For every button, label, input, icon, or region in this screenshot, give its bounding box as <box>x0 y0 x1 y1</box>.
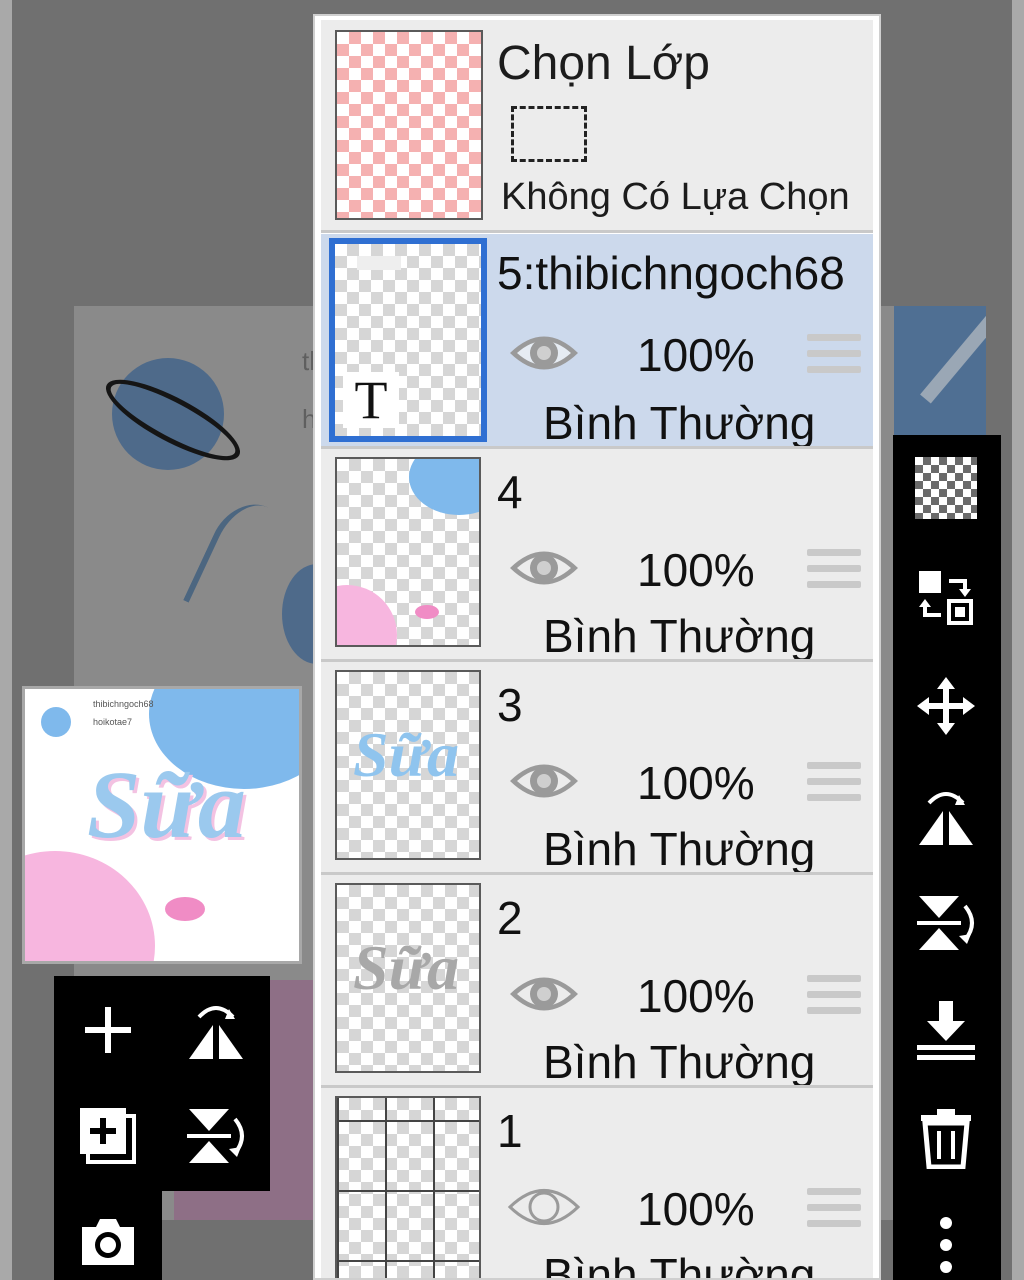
layer-name: 1 <box>497 1105 523 1157</box>
transparent-layer-icon[interactable] <box>913 455 979 521</box>
blend-mode[interactable]: Bình Thường <box>543 822 815 876</box>
layer-name: 5:thibichngoch68 <box>497 247 845 299</box>
drag-handle-icon[interactable] <box>807 549 861 597</box>
layer-opacity[interactable]: 100% <box>637 969 755 1023</box>
merge-down-icon[interactable] <box>913 997 979 1063</box>
layer-opacity[interactable]: 100% <box>637 1182 755 1236</box>
preview-caption-1: thibichngoch68 <box>93 699 154 709</box>
blend-mode[interactable]: Bình Thường <box>543 1035 815 1089</box>
add-copy-icon[interactable] <box>76 1104 140 1168</box>
layer-name: 3 <box>497 679 523 731</box>
preview-word: Sữa <box>87 751 246 858</box>
layer-thumbnail <box>335 1096 481 1278</box>
layer-thumbnail: Sữa <box>335 670 481 860</box>
layer-row-2[interactable]: Sữa 2 100% Bình Thường <box>321 875 873 1088</box>
flip-vertical-icon[interactable] <box>913 890 979 956</box>
flip-horizontal-icon[interactable] <box>184 998 248 1062</box>
selection-layer-row[interactable]: Chọn Lớp Không Có Lựa Chọn <box>321 20 873 230</box>
drag-handle-icon[interactable] <box>807 762 861 810</box>
add-layer-icon[interactable] <box>76 998 140 1062</box>
layer-thumbnail: T <box>329 238 487 442</box>
thumbnail-blue-circle <box>409 459 479 515</box>
swap-layers-icon[interactable] <box>913 565 979 631</box>
eye-icon[interactable] <box>507 754 581 808</box>
selection-marquee-icon <box>511 106 587 162</box>
eye-icon[interactable] <box>507 326 581 380</box>
layer-opacity[interactable]: 100% <box>637 756 755 810</box>
blend-mode[interactable]: Bình Thường <box>543 609 815 663</box>
layer-row-5[interactable]: T 5:thibichngoch68 100% Bình Thường <box>321 234 873 449</box>
flip-horizontal-icon[interactable] <box>913 783 979 849</box>
selection-layer-title: Chọn Lớp <box>497 37 710 90</box>
canvas-preview[interactable]: thibichngoch68 hoikotae7 Sữa <box>22 686 302 964</box>
thumbnail-word: Sữa <box>353 932 459 1003</box>
selection-status: Không Có Lựa Chọn <box>501 176 850 218</box>
screen-frame-left <box>0 0 12 1280</box>
layer-row-3[interactable]: Sữa 3 100% Bình Thường <box>321 662 873 875</box>
layer-thumbnail <box>335 457 481 647</box>
grid-overlay <box>337 1098 479 1278</box>
preview-planet <box>41 707 71 737</box>
screen-frame-right <box>1012 0 1024 1280</box>
layer-row-4[interactable]: 4 100% Bình Thường <box>321 449 873 662</box>
layer-opacity[interactable]: 100% <box>637 543 755 597</box>
delete-icon[interactable] <box>913 1105 979 1171</box>
preview-pink-circle <box>25 851 155 961</box>
layer-name: 4 <box>497 466 523 518</box>
eye-icon[interactable] <box>507 541 581 595</box>
blend-mode[interactable]: Bình Thường <box>543 1248 815 1278</box>
right-toolbar <box>893 435 1001 1280</box>
flip-vertical-icon[interactable] <box>184 1104 248 1168</box>
drag-handle-icon[interactable] <box>807 334 861 382</box>
camera-icon[interactable] <box>76 1209 140 1273</box>
left-toolbar-lower <box>54 1191 162 1280</box>
thumbnail-text <box>357 256 401 270</box>
layer-row-1[interactable]: 1 100% Bình Thường <box>321 1088 873 1278</box>
drag-handle-icon[interactable] <box>807 975 861 1023</box>
layer-thumbnail: Sữa <box>335 883 481 1073</box>
left-toolbar <box>54 976 270 1191</box>
eye-closed-icon[interactable] <box>507 1180 581 1234</box>
blend-mode[interactable]: Bình Thường <box>543 396 815 450</box>
layer-name: 2 <box>497 892 523 944</box>
move-icon[interactable] <box>913 673 979 739</box>
preview-pink-planet <box>165 897 205 921</box>
selection-thumbnail <box>335 30 483 220</box>
thumbnail-planet <box>415 605 439 619</box>
layer-opacity[interactable]: 100% <box>637 328 755 382</box>
layers-panel: Chọn Lớp Không Có Lựa Chọn T 5:thibichng… <box>313 14 881 1280</box>
thumbnail-pink-circle <box>337 585 397 645</box>
more-icon[interactable] <box>913 1211 979 1277</box>
drag-handle-icon[interactable] <box>807 1188 861 1236</box>
eye-icon[interactable] <box>507 967 581 1021</box>
thumbnail-word: Sữa <box>353 719 459 790</box>
text-layer-icon: T <box>343 372 399 428</box>
divider <box>321 230 873 233</box>
preview-caption-2: hoikotae7 <box>93 717 133 727</box>
